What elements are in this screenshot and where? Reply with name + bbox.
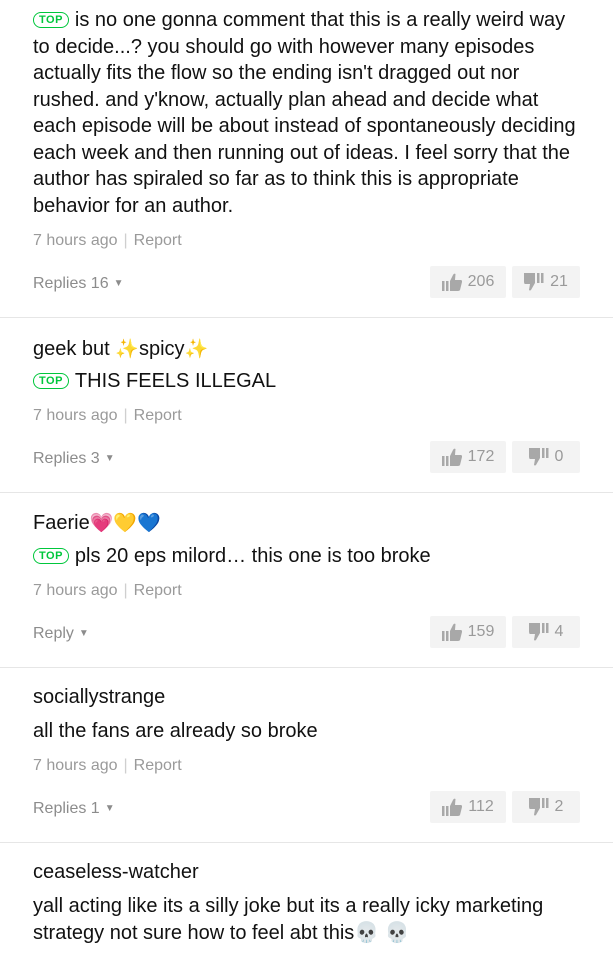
- skull-emoji: 💀 💀: [354, 921, 410, 944]
- like-count: 172: [467, 448, 495, 465]
- comment-3: Faerie💗💛💙 TOP pls 20 eps milord… this one…: [0, 493, 613, 668]
- timestamp: 7 hours ago: [33, 582, 118, 599]
- thumbs-up-icon: [441, 273, 462, 291]
- comment-author[interactable]: Faerie💗💛💙: [33, 511, 161, 535]
- top-badge: TOP: [33, 373, 69, 389]
- timestamp: 7 hours ago: [33, 407, 118, 424]
- comment-text: is no one gonna comment that this is a r…: [33, 9, 576, 217]
- like-count: 206: [467, 273, 495, 290]
- dislike-button[interactable]: 21: [512, 266, 580, 298]
- author-name-mid: spicy: [138, 338, 185, 360]
- author-name: Faerie: [33, 512, 90, 534]
- thumbs-down-icon: [528, 623, 549, 641]
- caret-down-icon: ▼: [104, 453, 115, 464]
- comment-text: yall acting like its a silly joke but it…: [33, 895, 544, 944]
- comment-author[interactable]: geek but ✨spicy✨: [33, 337, 208, 361]
- comment-5: ceaseless-watcher yall acting like its a…: [0, 843, 613, 960]
- sparkles-emoji: ✨: [184, 339, 209, 360]
- comment-text: THIS FEELS ILLEGAL: [74, 370, 277, 392]
- dislike-count: 0: [554, 448, 564, 465]
- report-link[interactable]: Report: [134, 232, 182, 249]
- comment-1: TOP is no one gonna comment that this is …: [0, 0, 613, 318]
- comment-4: sociallystrange all the fans are already…: [0, 668, 613, 843]
- dislike-count: 4: [554, 623, 564, 640]
- thumbs-down-icon: [528, 448, 549, 466]
- comment-meta: 7 hours ago | Report: [33, 232, 182, 249]
- hearts-emoji: 💗💛💙: [89, 513, 161, 534]
- thumbs-up-icon: [442, 798, 463, 816]
- timestamp: 7 hours ago: [33, 757, 118, 774]
- author-name: sociallystrange: [33, 686, 166, 708]
- comment-2: geek but ✨spicy✨ TOP THIS FEELS ILLEGAL 7…: [0, 318, 613, 493]
- timestamp: 7 hours ago: [33, 232, 118, 249]
- top-badge: TOP: [33, 548, 69, 564]
- replies-label: Replies 3: [33, 450, 100, 467]
- comment-meta: 7 hours ago | Report: [33, 582, 182, 599]
- dislike-count: 2: [554, 798, 564, 815]
- report-link[interactable]: Report: [134, 407, 182, 424]
- replies-toggle[interactable]: Replies 16 ▼: [33, 275, 124, 293]
- like-button[interactable]: 172: [430, 441, 506, 473]
- dislike-count: 21: [550, 273, 568, 290]
- comment-text: all the fans are already so broke: [33, 720, 318, 742]
- like-count: 112: [468, 798, 494, 815]
- comment-meta: 7 hours ago | Report: [33, 407, 182, 424]
- comment-body: TOP pls 20 eps milord… this one is too br…: [33, 543, 583, 570]
- replies-toggle[interactable]: Replies 3 ▼: [33, 450, 115, 468]
- comment-meta: 7 hours ago | Report: [33, 757, 182, 774]
- dislike-button[interactable]: 2: [512, 791, 580, 823]
- thumbs-up-icon: [441, 623, 462, 641]
- like-button[interactable]: 159: [430, 616, 506, 648]
- caret-down-icon: ▼: [78, 628, 89, 639]
- thumbs-down-icon: [528, 798, 549, 816]
- thumbs-down-icon: [524, 273, 544, 291]
- replies-toggle[interactable]: Replies 1 ▼: [33, 800, 115, 818]
- thumbs-up-icon: [441, 448, 462, 466]
- comment-author[interactable]: sociallystrange: [33, 686, 165, 709]
- replies-label: Reply: [33, 625, 74, 642]
- like-button[interactable]: 112: [430, 791, 506, 823]
- comment-body: yall acting like its a silly joke but it…: [33, 893, 583, 946]
- caret-down-icon: ▼: [104, 803, 115, 814]
- comment-body: TOP is no one gonna comment that this is …: [33, 7, 583, 219]
- sparkles-emoji: ✨: [115, 339, 139, 360]
- replies-label: Replies 1: [33, 800, 100, 817]
- dislike-button[interactable]: 4: [512, 616, 580, 648]
- report-link[interactable]: Report: [134, 582, 182, 599]
- like-count: 159: [467, 623, 495, 640]
- comment-author[interactable]: ceaseless-watcher: [33, 861, 199, 884]
- dislike-button[interactable]: 0: [512, 441, 580, 473]
- top-badge: TOP: [33, 12, 69, 28]
- author-name: geek but: [33, 338, 110, 360]
- comment-body: TOP THIS FEELS ILLEGAL: [33, 368, 583, 395]
- caret-down-icon: ▼: [113, 278, 124, 289]
- report-link[interactable]: Report: [134, 757, 182, 774]
- replies-toggle[interactable]: Reply ▼: [33, 625, 89, 643]
- like-button[interactable]: 206: [430, 266, 506, 298]
- replies-label: Replies 16: [33, 275, 109, 292]
- comment-text: pls 20 eps milord… this one is too broke: [74, 545, 431, 567]
- comment-body: all the fans are already so broke: [33, 718, 583, 745]
- author-name: ceaseless-watcher: [33, 861, 199, 883]
